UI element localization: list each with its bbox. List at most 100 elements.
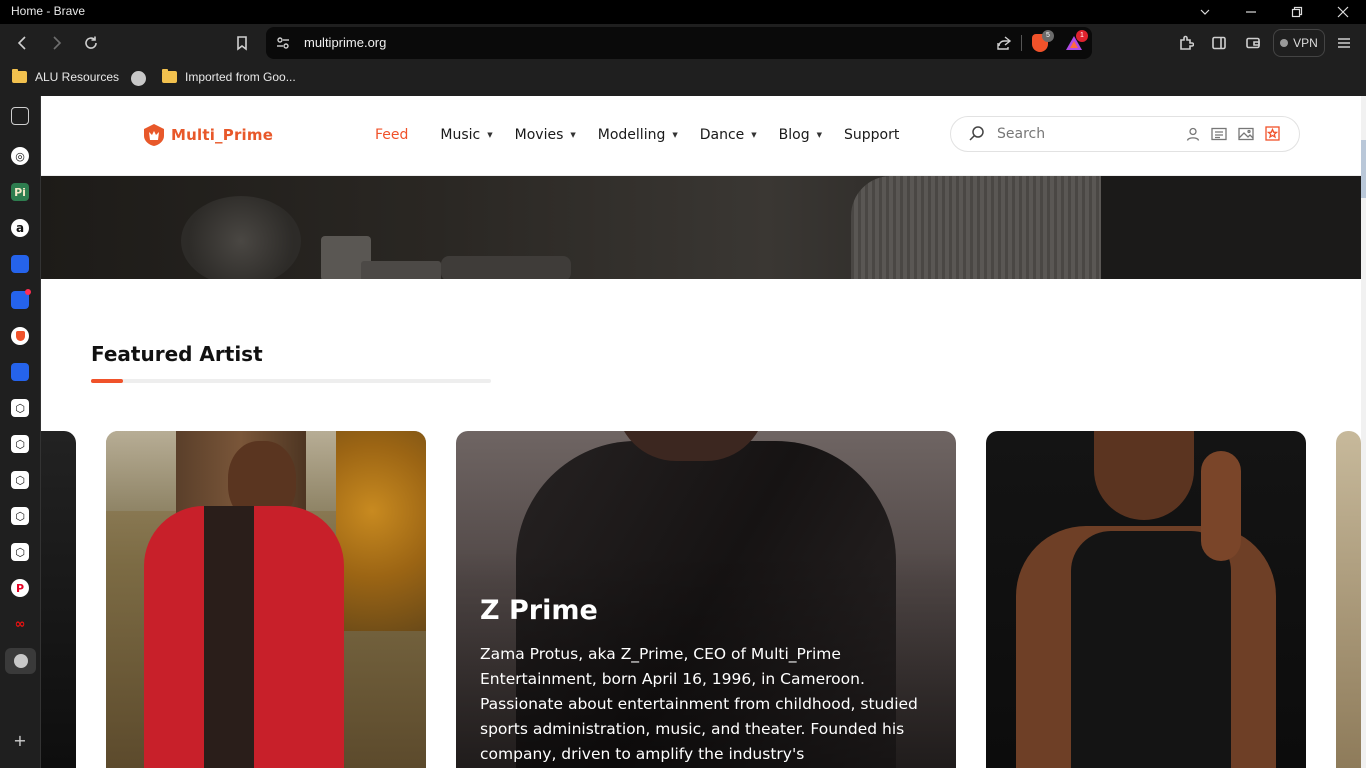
page-scrollbar-thumb[interactable] xyxy=(1361,140,1366,198)
nav-label: Support xyxy=(844,127,900,143)
chevron-down-icon xyxy=(1200,9,1210,15)
reload-icon xyxy=(85,36,97,49)
sidebar-globe-item[interactable] xyxy=(5,648,36,674)
globe-icon xyxy=(13,654,28,668)
brave-talk-icon[interactable] xyxy=(11,327,29,345)
globe-icon xyxy=(131,71,146,86)
site-header: Multi_Prime Feed Music ▼ Movies ▼ Modellin… xyxy=(41,96,1361,176)
cube-icon-4[interactable]: ⬡ xyxy=(11,507,29,525)
artist-card-featured[interactable]: Z Prime Zama Protus, aka Z_Prime, CEO of… xyxy=(456,431,956,768)
hamburger-icon xyxy=(1338,38,1350,48)
restore-button[interactable] xyxy=(1274,0,1320,24)
bookmarks-bar: ALU Resources Imported from Goo... xyxy=(0,62,1366,96)
loop-icon[interactable]: ∞ xyxy=(11,615,29,633)
flag-icon[interactable] xyxy=(11,255,29,273)
caret-down-icon: ▼ xyxy=(751,131,757,139)
chatgpt-icon[interactable]: ◎ xyxy=(11,147,29,165)
vpn-button[interactable]: VPN xyxy=(1273,29,1325,57)
card-foliage xyxy=(336,431,426,631)
caret-down-icon: ▼ xyxy=(487,131,493,139)
nav-label: Movies xyxy=(514,127,564,143)
close-button[interactable] xyxy=(1320,0,1366,24)
forward-button[interactable] xyxy=(42,29,70,57)
minimize-button[interactable] xyxy=(1228,0,1274,24)
hero-image xyxy=(41,176,1361,279)
caret-down-icon: ▼ xyxy=(672,131,678,139)
cube-icon-5[interactable]: ⬡ xyxy=(11,543,29,561)
artist-description: Zama Protus, aka Z_Prime, CEO of Multi_P… xyxy=(480,645,918,763)
divider xyxy=(1021,35,1022,51)
card-hand xyxy=(1201,451,1241,561)
arrow-right-icon xyxy=(53,36,62,50)
window-title: Home - Brave xyxy=(11,4,86,18)
wallet-icon xyxy=(1246,37,1260,49)
card-tank-top xyxy=(1071,531,1231,768)
share-icon xyxy=(997,36,1012,50)
artist-card-partial-right[interactable] xyxy=(1336,431,1361,768)
bookmark-alu-resources[interactable]: ALU Resources xyxy=(12,69,119,84)
site-settings-icon xyxy=(277,37,289,49)
browser-sidebar: ◎ Pi a ⬡ ⬡ ⬡ ⬡ ⬡ P ∞ + xyxy=(0,96,41,768)
folder-icon xyxy=(12,69,27,83)
flag-notify-icon[interactable] xyxy=(11,289,31,309)
search-icon xyxy=(969,126,984,141)
url-text[interactable]: multiprime.org xyxy=(304,35,386,50)
bookmark-globe[interactable] xyxy=(131,71,146,86)
flag-icon-2[interactable] xyxy=(11,363,29,381)
nav-support[interactable]: Support xyxy=(844,127,899,143)
nav-dance[interactable]: Dance ▼ xyxy=(700,127,757,143)
search-placeholder: Search xyxy=(997,126,1046,142)
nav-blog[interactable]: Blog ▼ xyxy=(779,127,822,143)
section-underline xyxy=(91,379,491,383)
back-button[interactable] xyxy=(9,29,37,57)
user-filter-icon[interactable] xyxy=(1186,127,1200,141)
reload-button[interactable] xyxy=(77,29,105,57)
puzzle-icon xyxy=(1180,35,1194,50)
wallet-button[interactable] xyxy=(1239,29,1267,57)
close-icon xyxy=(1337,6,1349,18)
nav-feed[interactable]: Feed xyxy=(375,127,408,143)
bookmark-icon xyxy=(237,36,247,51)
pinterest-icon[interactable]: P xyxy=(11,579,29,597)
caret-down-icon: ▼ xyxy=(816,131,823,139)
cube-icon[interactable]: ⬡ xyxy=(11,399,29,417)
bookmark-label: Imported from Goo... xyxy=(185,70,296,84)
card-content: Z Prime Zama Protus, aka Z_Prime, CEO of… xyxy=(480,595,930,767)
add-icon[interactable]: + xyxy=(11,731,29,750)
bookmark-button[interactable] xyxy=(228,29,256,57)
logo-shield-icon xyxy=(144,124,164,146)
address-bar[interactable]: multiprime.org 5 1 xyxy=(266,27,1092,59)
menu-button[interactable] xyxy=(1330,29,1358,57)
artist-name[interactable]: Z Prime xyxy=(480,595,930,626)
arrow-left-icon xyxy=(17,36,26,50)
minimize-icon xyxy=(1246,11,1256,13)
webpage: Multi_Prime Feed Music ▼ Movies ▼ Modellin… xyxy=(41,96,1361,768)
artist-card[interactable] xyxy=(106,431,426,768)
section-underline-accent xyxy=(91,379,123,383)
star-filter-icon[interactable] xyxy=(1265,126,1280,141)
image-filter-icon[interactable] xyxy=(1238,127,1254,141)
pi-icon[interactable]: Pi xyxy=(11,183,29,201)
nav-modelling[interactable]: Modelling ▼ xyxy=(598,127,678,143)
sidebar-panel-icon[interactable] xyxy=(11,107,29,125)
amazon-icon[interactable]: a xyxy=(11,219,29,237)
site-search[interactable]: Search xyxy=(950,116,1300,152)
nav-label: Feed xyxy=(375,127,409,143)
sidebar-toggle-button[interactable] xyxy=(1205,29,1233,57)
site-logo[interactable]: Multi_Prime xyxy=(141,122,273,148)
card-face xyxy=(1094,431,1194,520)
nav-music[interactable]: Music ▼ xyxy=(440,127,492,143)
artist-card[interactable] xyxy=(986,431,1306,768)
vpn-status-icon xyxy=(1280,39,1289,47)
nav-movies[interactable]: Movies ▼ xyxy=(515,127,576,143)
article-filter-icon[interactable] xyxy=(1211,127,1227,141)
shields-count-badge: 5 xyxy=(1042,30,1054,42)
extensions-button[interactable] xyxy=(1172,29,1200,57)
artist-card-partial-left[interactable] xyxy=(41,431,76,768)
cube-icon-3[interactable]: ⬡ xyxy=(11,471,29,489)
tab-search-button[interactable] xyxy=(1182,0,1228,24)
folder-icon xyxy=(162,69,177,83)
bookmark-imported[interactable]: Imported from Goo... xyxy=(162,69,296,84)
logo-text: Multi_Prime xyxy=(171,126,274,144)
cube-icon-2[interactable]: ⬡ xyxy=(11,435,29,453)
